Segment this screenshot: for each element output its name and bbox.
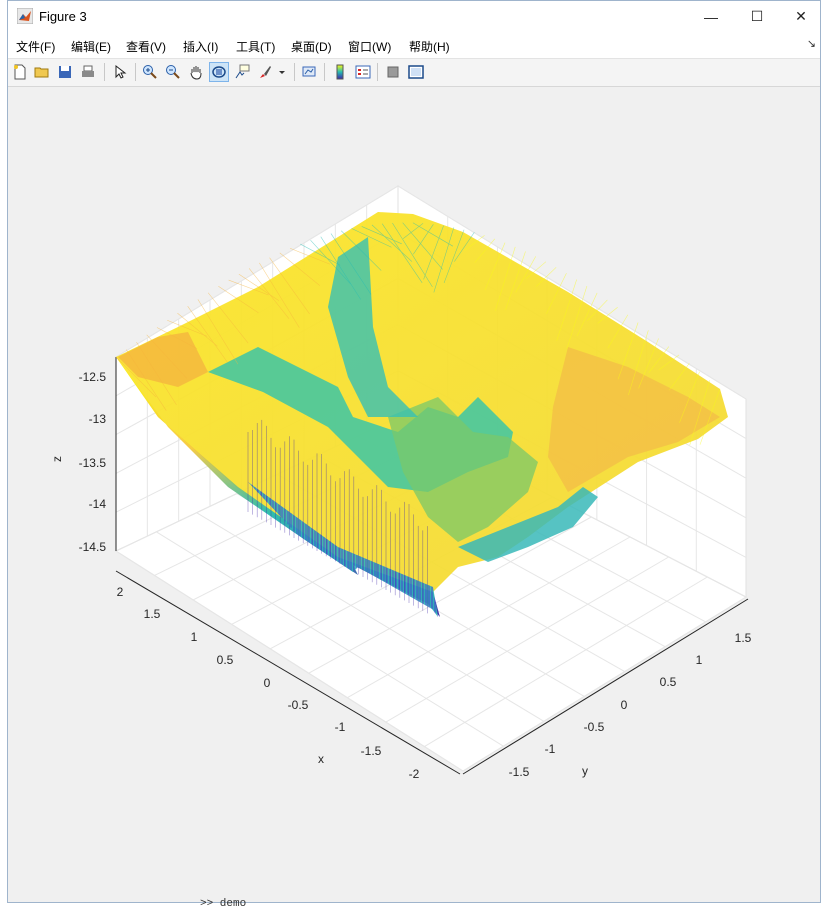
legend-icon[interactable] bbox=[353, 62, 373, 82]
y-tick-label: -1.5 bbox=[509, 765, 530, 779]
brush-dropdown-icon[interactable] bbox=[276, 62, 288, 82]
y-tick-label: -0.5 bbox=[584, 720, 605, 734]
x-tick-label: 0.5 bbox=[217, 653, 234, 667]
x-tick-label: 0 bbox=[264, 676, 271, 690]
z-tick-label: -14.5 bbox=[79, 540, 107, 554]
z-tick-label: -12.5 bbox=[79, 370, 107, 384]
menu-overflow-icon[interactable]: ↘ bbox=[807, 37, 816, 50]
menu-edit[interactable]: 编辑(E) bbox=[71, 38, 111, 55]
surface-plot[interactable]: -12.5 -13 -13.5 -14 -14.5 z 2 1.5 1 0.5 … bbox=[8, 87, 820, 902]
maximize-button[interactable]: ☐ bbox=[734, 1, 780, 32]
x-tick-label: -0.5 bbox=[288, 698, 309, 712]
menu-tools[interactable]: 工具(T) bbox=[236, 38, 275, 55]
rotate-3d-icon[interactable] bbox=[209, 62, 229, 82]
figure-toolbar bbox=[8, 59, 820, 87]
zoom-out-icon[interactable] bbox=[163, 62, 183, 82]
zoom-in-icon[interactable] bbox=[140, 62, 160, 82]
y-tick-label: 1.5 bbox=[735, 631, 752, 645]
menu-bar: 文件(F) 编辑(E) 查看(V) 插入(I) 工具(T) 桌面(D) 窗口(W… bbox=[8, 32, 820, 59]
y-tick-label: 1 bbox=[696, 653, 703, 667]
y-tick-label: 0 bbox=[621, 698, 628, 712]
z-tick-label: -13 bbox=[89, 412, 107, 426]
brush-icon[interactable] bbox=[255, 62, 275, 82]
data-cursor-icon[interactable] bbox=[232, 62, 252, 82]
menu-insert[interactable]: 插入(I) bbox=[183, 38, 218, 55]
z-axis-label: z bbox=[50, 456, 64, 462]
minimize-button[interactable]: — bbox=[688, 1, 734, 32]
x-tick-label: -1 bbox=[335, 720, 346, 734]
y-tick-label: -1 bbox=[545, 742, 556, 756]
background-window-strip bbox=[0, 0, 7, 911]
toolbar-separator bbox=[135, 63, 136, 81]
save-icon[interactable] bbox=[55, 62, 75, 82]
toolbar-separator bbox=[377, 63, 378, 81]
pan-hand-icon[interactable] bbox=[186, 62, 206, 82]
command-window-text: >> demo bbox=[200, 898, 247, 910]
link-plot-icon[interactable] bbox=[299, 62, 319, 82]
colorbar-icon[interactable] bbox=[330, 62, 350, 82]
background-window-strip bbox=[821, 0, 830, 911]
toolbar-separator bbox=[324, 63, 325, 81]
x-axis-label: x bbox=[318, 752, 324, 766]
x-tick-label: 1 bbox=[191, 630, 198, 644]
figure-window: Figure 3 — ☐ ✕ 文件(F) 编辑(E) 查看(V) 插入(I) 工… bbox=[7, 0, 821, 903]
toolbar-separator bbox=[294, 63, 295, 81]
title-bar[interactable]: Figure 3 — ☐ ✕ bbox=[8, 1, 820, 32]
show-plot-tools-icon[interactable] bbox=[406, 62, 426, 82]
y-axis-label: y bbox=[582, 764, 588, 778]
x-tick-label: 2 bbox=[117, 585, 124, 599]
figure-canvas[interactable]: -12.5 -13 -13.5 -14 -14.5 z 2 1.5 1 0.5 … bbox=[8, 87, 820, 902]
x-tick-label: 1.5 bbox=[144, 607, 161, 621]
menu-help[interactable]: 帮助(H) bbox=[409, 38, 450, 55]
menu-file[interactable]: 文件(F) bbox=[16, 38, 55, 55]
hide-plot-tools-icon[interactable] bbox=[383, 62, 403, 82]
x-tick-label: -1.5 bbox=[361, 744, 382, 758]
y-tick-label: 0.5 bbox=[660, 675, 677, 689]
menu-desktop[interactable]: 桌面(D) bbox=[291, 38, 332, 55]
menu-window[interactable]: 窗口(W) bbox=[348, 38, 391, 55]
window-title: Figure 3 bbox=[39, 9, 87, 24]
z-tick-label: -13.5 bbox=[79, 456, 107, 470]
edit-plot-arrow-icon[interactable] bbox=[110, 62, 130, 82]
print-icon[interactable] bbox=[78, 62, 98, 82]
open-file-icon[interactable] bbox=[32, 62, 52, 82]
z-tick-label: -14 bbox=[89, 497, 107, 511]
close-button[interactable]: ✕ bbox=[778, 1, 824, 32]
toolbar-separator bbox=[104, 63, 105, 81]
matlab-app-icon bbox=[17, 8, 33, 24]
x-tick-label: -2 bbox=[409, 767, 420, 781]
menu-view[interactable]: 查看(V) bbox=[126, 38, 166, 55]
new-figure-icon[interactable] bbox=[10, 62, 30, 82]
z-tick-labels: -12.5 -13 -13.5 -14 -14.5 bbox=[79, 370, 107, 554]
